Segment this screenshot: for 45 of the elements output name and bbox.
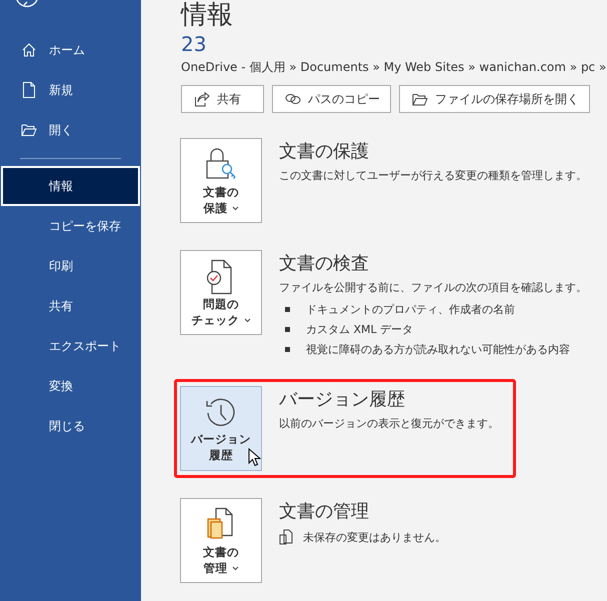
bullet-text: 視覚に障碍のある方が読み取れない可能性がある内容 — [306, 342, 570, 356]
folder-icon — [21, 123, 37, 137]
bullet-icon — [285, 326, 290, 332]
home-icon — [21, 42, 37, 58]
document-name: 23 — [181, 32, 208, 56]
page-title: 情報 — [181, 0, 234, 30]
sidebar-item[interactable]: 共有 — [1, 286, 140, 326]
section-description: この文書に対してユーザーが行える変更の種類を管理します。 — [279, 168, 587, 183]
bullet-text: カスタム XML データ — [306, 322, 414, 336]
chevron-down-icon — [232, 566, 238, 570]
file-path: OneDrive - 個人用 » Documents » My Web Sites » wanichan.com » pc » — [181, 59, 607, 76]
sidebar-item[interactable]: 閉じる — [1, 406, 140, 446]
section-title: 文書の検査 — [279, 252, 370, 275]
section-title: 文書の管理 — [279, 500, 370, 523]
section-description: ファイルを公開する前に、ファイルの次の項目を確認します。 — [279, 280, 587, 295]
share-button[interactable]: 共有 — [181, 85, 264, 113]
section-title: 文書の保護 — [279, 140, 370, 163]
documents-outline-icon — [279, 529, 293, 545]
feature-button[interactable]: バージョン 履歴 — [180, 386, 262, 471]
status-text: 未保存の変更はありません。 — [303, 530, 446, 544]
share-icon — [194, 92, 210, 106]
sidebar-item[interactable]: ホーム — [1, 30, 140, 70]
bullet-icon — [285, 306, 290, 312]
sidebar-item[interactable]: 開く — [1, 110, 140, 150]
sidebar-item[interactable]: 情報 — [1, 166, 140, 206]
feature-button[interactable]: 文書の 管理 — [180, 498, 262, 583]
chevron-down-icon — [232, 206, 238, 210]
open-location-button[interactable]: ファイルの保存場所を開く — [399, 85, 590, 113]
document-icon — [21, 81, 37, 99]
chevron-down-icon — [244, 318, 250, 322]
bullet-icon — [285, 346, 290, 352]
sidebar-item[interactable]: 印刷 — [1, 246, 140, 286]
feature-button[interactable]: 問題の チェック — [180, 250, 262, 335]
bullet-text: ドキュメントのプロパティ、作成者の名前 — [306, 302, 515, 316]
section-title: バージョン履歴 — [279, 388, 406, 411]
sidebar-item[interactable]: エクスポート — [1, 326, 140, 366]
copy-path-button[interactable]: パスのコピー — [272, 85, 391, 113]
sidebar-item[interactable]: コピーを保存 — [1, 206, 140, 246]
link-icon — [285, 93, 301, 105]
sidebar-item[interactable]: 新規 — [1, 70, 140, 110]
feature-button[interactable]: 文書の 保護 — [180, 138, 262, 223]
sidebar-item[interactable]: 変換 — [1, 366, 140, 406]
mouse-cursor-icon — [248, 448, 261, 467]
section-description: 以前のバージョンの表示と復元ができます。 — [279, 416, 499, 431]
folder-icon — [412, 92, 428, 106]
